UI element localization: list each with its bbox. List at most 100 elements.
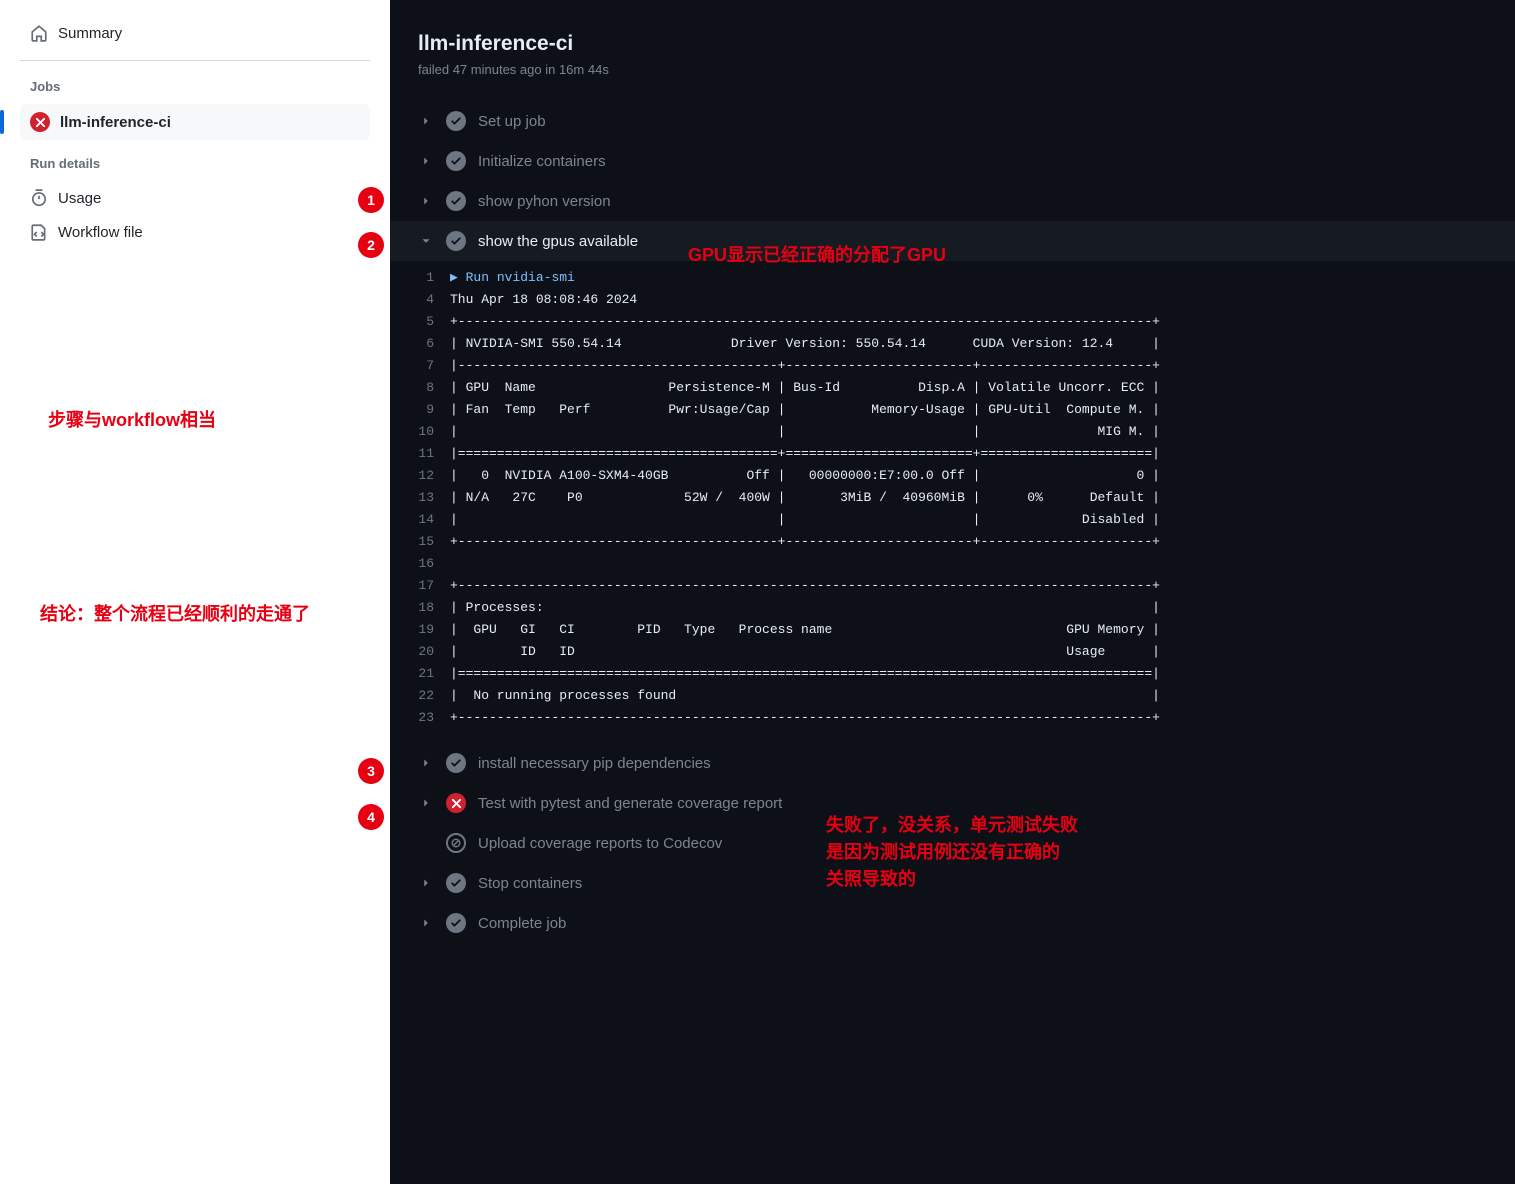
log-line: 17+-------------------------------------… [390,575,1515,597]
step-row[interactable]: install necessary pip dependencies [390,743,1515,783]
line-content: +---------------------------------------… [450,311,1515,333]
line-content: | | | MIG M. | [450,421,1515,443]
line-content: | Fan Temp Perf Pwr:Usage/Cap | Memory-U… [450,399,1515,421]
log-line: 5+--------------------------------------… [390,311,1515,333]
line-number: 5 [390,311,450,333]
log-line: 20| ID ID Usage | [390,641,1515,663]
run-title: llm-inference-ci [418,32,1487,56]
line-content: | N/A 27C P0 52W / 400W | 3MiB / 40960Mi… [450,487,1515,509]
line-content: |=======================================… [450,443,1515,465]
chevron-right-icon [418,875,434,891]
chevron-right-icon [418,153,434,169]
chevron-right-icon [418,113,434,129]
line-number: 7 [390,355,450,377]
line-content: +---------------------------------------… [450,531,1515,553]
line-content: ▶ Run nvidia-smi [450,267,1515,289]
step-label: Initialize containers [478,153,606,170]
step-row[interactable]: Test with pytest and generate coverage r… [390,783,1515,823]
line-number: 11 [390,443,450,465]
line-number: 17 [390,575,450,597]
step-label: Set up job [478,113,546,130]
duration: 16m 44s [559,62,609,77]
step-label: Stop containers [478,875,582,892]
step-label: Complete job [478,915,566,932]
log-output: 1▶ Run nvidia-smi4Thu Apr 18 08:08:46 20… [390,261,1515,743]
line-number: 4 [390,289,450,311]
log-line: 19| GPU GI CI PID Type Process name GPU … [390,619,1515,641]
run-meta: failed 47 minutes ago in 16m 44s [418,62,1487,77]
annotation-steps: 步骤与workflow相当 [48,406,216,432]
stopwatch-icon [30,189,48,207]
main-panel: llm-inference-ci failed 47 minutes ago i… [390,0,1515,1184]
annotation-badge-3: 3 [358,758,384,784]
step-row[interactable]: show the gpus available [390,221,1515,261]
step-row[interactable]: Initialize containers [390,141,1515,181]
check-icon [446,873,466,893]
log-line: 16 [390,553,1515,575]
line-number: 23 [390,707,450,729]
log-line: 23+-------------------------------------… [390,707,1515,729]
step-label: show pyhon version [478,193,611,210]
log-line: 6| NVIDIA-SMI 550.54.14 Driver Version: … [390,333,1515,355]
skip-icon [446,833,466,853]
step-label: install necessary pip dependencies [478,755,711,772]
workflow-file-link[interactable]: Workflow file [20,215,370,249]
step-row[interactable]: Complete job [390,903,1515,943]
line-content: Thu Apr 18 08:08:46 2024 [450,289,1515,311]
summary-link[interactable]: Summary [20,16,370,50]
line-number: 8 [390,377,450,399]
line-number: 19 [390,619,450,641]
annotation-badge-4: 4 [358,804,384,830]
log-line: 9| Fan Temp Perf Pwr:Usage/Cap | Memory-… [390,399,1515,421]
line-number: 18 [390,597,450,619]
status-word: failed [418,62,449,77]
sidebar: Summary Jobs llm-inference-ci Run detail… [0,0,390,1184]
log-line: 14| | | Disabled | [390,509,1515,531]
line-content: +---------------------------------------… [450,707,1515,729]
line-content: | GPU Name Persistence-M | Bus-Id Disp.A… [450,377,1515,399]
check-icon [446,191,466,211]
log-line: 10| | | MIG M. | [390,421,1515,443]
line-content: | No running processes found | [450,685,1515,707]
line-content: +---------------------------------------… [450,575,1515,597]
line-number: 13 [390,487,450,509]
step-label: show the gpus available [478,233,638,250]
line-number: 16 [390,553,450,575]
log-line: 18| Processes: | [390,597,1515,619]
workflow-file-label: Workflow file [58,224,143,241]
line-content: | Processes: | [450,597,1515,619]
log-line: 13| N/A 27C P0 52W / 400W | 3MiB / 40960… [390,487,1515,509]
log-line: 11|=====================================… [390,443,1515,465]
line-number: 20 [390,641,450,663]
check-icon [446,753,466,773]
log-line: 8| GPU Name Persistence-M | Bus-Id Disp.… [390,377,1515,399]
line-number: 22 [390,685,450,707]
chevron-right-icon [418,755,434,771]
check-icon [446,913,466,933]
step-row[interactable]: Set up job [390,101,1515,141]
log-line: 15+-------------------------------------… [390,531,1515,553]
time-ago: 47 minutes ago [453,62,542,77]
line-number: 21 [390,663,450,685]
step-row[interactable]: Stop containers [390,863,1515,903]
run-header: llm-inference-ci failed 47 minutes ago i… [390,32,1515,101]
step-row[interactable]: show pyhon version [390,181,1515,221]
summary-label: Summary [58,25,122,42]
step-row[interactable]: Upload coverage reports to Codecov [390,823,1515,863]
job-item[interactable]: llm-inference-ci [20,104,370,140]
chevron-right-icon [418,193,434,209]
line-number: 10 [390,421,450,443]
line-number: 15 [390,531,450,553]
log-line: 1▶ Run nvidia-smi [390,267,1515,289]
line-content [450,553,1515,575]
line-content: | GPU GI CI PID Type Process name GPU Me… [450,619,1515,641]
workflow-file-icon [30,223,48,241]
usage-link[interactable]: Usage [20,181,370,215]
log-line: 7|--------------------------------------… [390,355,1515,377]
line-number: 9 [390,399,450,421]
step-label: Test with pytest and generate coverage r… [478,795,782,812]
step-label: Upload coverage reports to Codecov [478,835,722,852]
annotation-conclusion: 结论：整个流程已经顺利的走通了 [40,600,310,626]
line-content: | 0 NVIDIA A100-SXM4-40GB Off | 00000000… [450,465,1515,487]
divider [20,60,370,61]
